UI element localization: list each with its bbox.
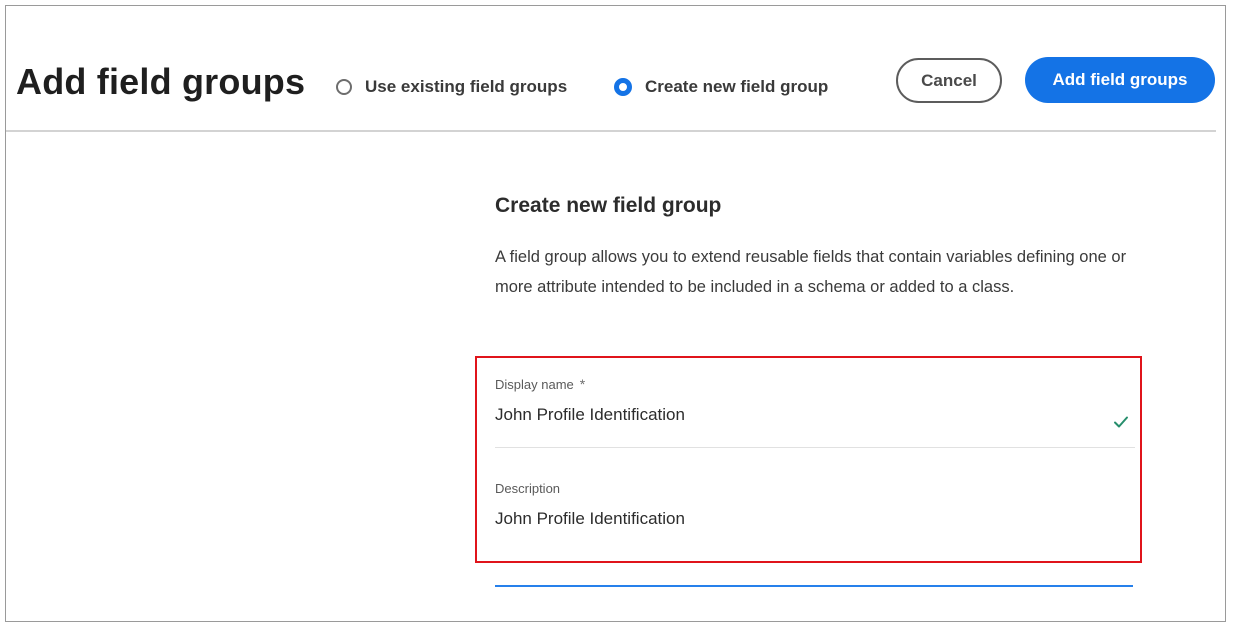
checkmark-icon [1114,416,1128,428]
field-focus-underline [495,585,1133,587]
display-name-label: Display name * [495,376,1135,392]
add-field-groups-button[interactable]: Add field groups [1025,57,1215,103]
required-asterisk-icon: * [579,376,586,392]
cancel-button[interactable]: Cancel [896,58,1002,103]
display-name-field[interactable]: Display name * [495,376,1135,448]
radio-button-selected[interactable] [614,78,632,96]
radio-button-unselected[interactable] [336,79,352,95]
radio-label: Create new field group [645,77,829,96]
section-heading: Create new field group [495,194,722,217]
modal-dialog: Add field groups Use existing field grou… [5,5,1226,622]
radio-use-existing-field-groups[interactable]: Use existing field groups [336,75,567,99]
display-name-input[interactable] [495,405,1095,425]
dialog-header: Add field groups Use existing field grou… [6,6,1216,132]
description-input[interactable] [495,509,1095,529]
radio-label: Use existing field groups [365,77,568,96]
section-description: A field group allows you to extend reusa… [495,248,1127,296]
radio-create-new-field-group[interactable]: Create new field group [614,75,828,99]
page-title: Add field groups [16,61,306,102]
description-field[interactable]: Description [495,481,1135,541]
display-name-label-text: Display name [495,376,574,392]
description-label: Description [495,481,561,496]
